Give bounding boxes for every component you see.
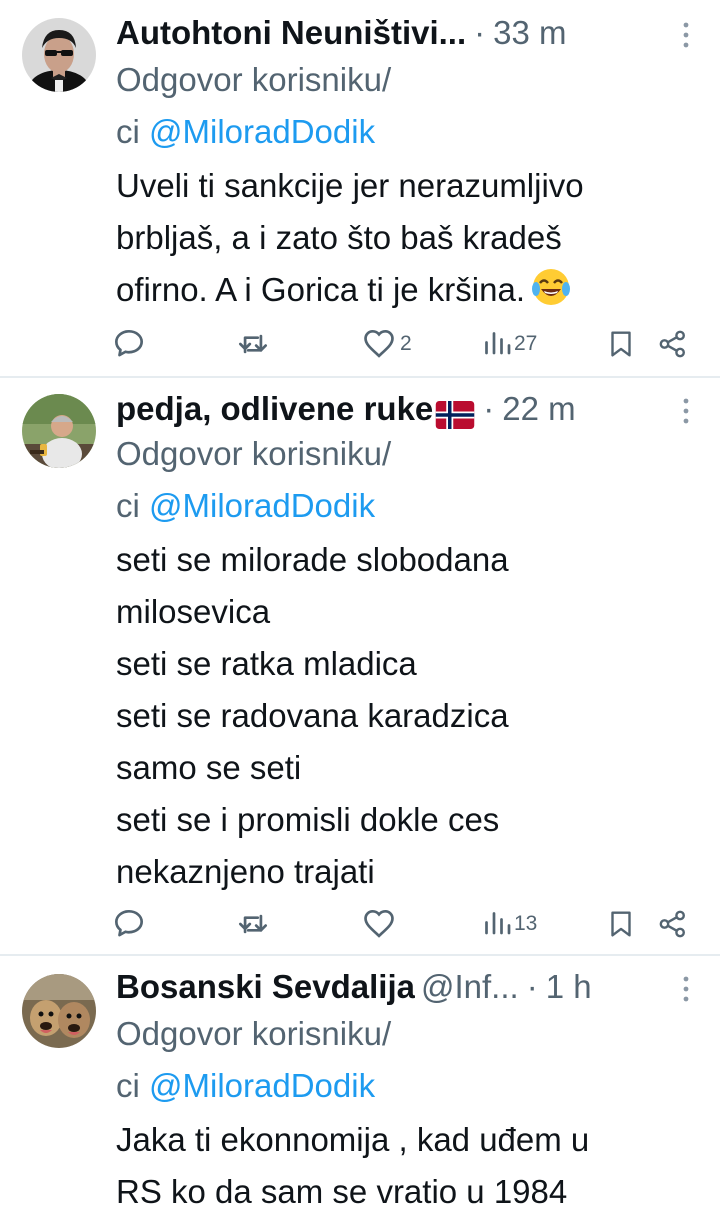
reply-cont: ci (116, 487, 140, 524)
views-button[interactable]: 13 (482, 904, 537, 944)
mention-link[interactable]: @MiloradDodik (149, 1067, 375, 1104)
bookmark-button[interactable] (604, 324, 638, 364)
reply-button[interactable] (110, 324, 148, 364)
share-icon (659, 330, 685, 358)
bookmark-button[interactable] (604, 904, 638, 944)
tweet-header: Autohtoni Neuništivi... · 33 m (116, 10, 692, 56)
avatar[interactable] (22, 394, 96, 468)
face-with-tears-of-joy-icon (531, 267, 571, 307)
views-icon (485, 332, 511, 355)
share-button[interactable] (656, 904, 690, 944)
reply-icon (114, 909, 144, 937)
action-bar: 2 27 (110, 324, 700, 364)
timestamp[interactable]: 1 h (546, 964, 592, 1010)
tweet-1[interactable]: Autohtoni Neuništivi... · 33 m Odgovor k… (0, 0, 720, 376)
retweet-button[interactable] (234, 904, 272, 944)
bookmark-icon (611, 911, 631, 937)
retweet-button[interactable] (234, 324, 272, 364)
views-button[interactable]: 27 (482, 324, 537, 364)
display-name[interactable]: Bosanski Sevdalija (116, 964, 415, 1010)
mention-link[interactable]: @MiloradDodik (149, 487, 375, 524)
separator-dot: · (483, 390, 495, 427)
like-button[interactable] (360, 904, 398, 944)
like-icon (364, 329, 394, 358)
display-name[interactable]: Autohtoni Neuništivi... (116, 10, 466, 56)
like-count: 2 (400, 332, 412, 355)
more-icon[interactable] (678, 974, 694, 1004)
share-icon (659, 910, 685, 938)
avatar[interactable] (22, 18, 96, 92)
tweet-2[interactable]: pedja, odlivene ruke · 22 m Odgovor kori… (0, 378, 720, 954)
tweet-body: seti se milorade slobodana milosevica se… (116, 541, 509, 890)
tweet-header: pedja, odlivene ruke · 22 m (116, 386, 692, 432)
tweet-header: Bosanski Sevdalija @Inf... · 1 h (116, 964, 692, 1010)
like-icon (364, 909, 394, 938)
more-icon[interactable] (678, 20, 694, 50)
avatar[interactable] (22, 974, 96, 1048)
separator-dot: · (474, 14, 486, 51)
views-count: 27 (514, 332, 538, 355)
tweet-body: Jaka ti ekonnomija , kad uđem u RS ko da… (116, 1121, 590, 1210)
reply-context: Odgovor korisniku/ ci @MiloradDodik (116, 1008, 696, 1112)
reply-prefix: Odgovor korisniku/ (116, 435, 392, 472)
like-button[interactable]: 2 (360, 324, 412, 364)
action-bar: 13 (110, 904, 700, 944)
reply-context: Odgovor korisniku/ ci @MiloradDodik (116, 54, 696, 158)
tweet-3[interactable]: Bosanski Sevdalija @Inf... · 1 h Odgovor… (0, 956, 720, 1224)
views-count: 13 (514, 912, 538, 935)
more-icon[interactable] (678, 396, 694, 426)
retweet-icon (238, 334, 268, 354)
reply-prefix: Odgovor korisniku/ (116, 1015, 392, 1052)
views-icon (485, 912, 511, 935)
separator-dot: · (526, 968, 538, 1005)
retweet-icon (238, 914, 268, 934)
tweet-body: Uveli ti sankcije jer nerazumljivo brblj… (116, 160, 696, 316)
timestamp[interactable]: 33 m (493, 10, 566, 56)
reply-cont: ci (116, 113, 140, 150)
mention-link[interactable]: @MiloradDodik (149, 113, 375, 150)
display-name[interactable]: pedja, odlivene ruke (116, 386, 433, 432)
reply-button[interactable] (110, 904, 148, 944)
user-handle[interactable]: @Inf... (421, 964, 519, 1010)
bookmark-icon (611, 331, 631, 357)
tweet-text: Uveli ti sankcije jer nerazumljivo brblj… (116, 167, 584, 308)
reply-icon (114, 329, 144, 357)
reply-context: Odgovor korisniku/ ci @MiloradDodik (116, 428, 696, 532)
share-button[interactable] (656, 324, 690, 364)
reply-cont: ci (116, 1067, 140, 1104)
timestamp[interactable]: 22 m (502, 386, 575, 432)
reply-prefix: Odgovor korisniku/ (116, 61, 392, 98)
norway-flag-icon (435, 395, 475, 429)
